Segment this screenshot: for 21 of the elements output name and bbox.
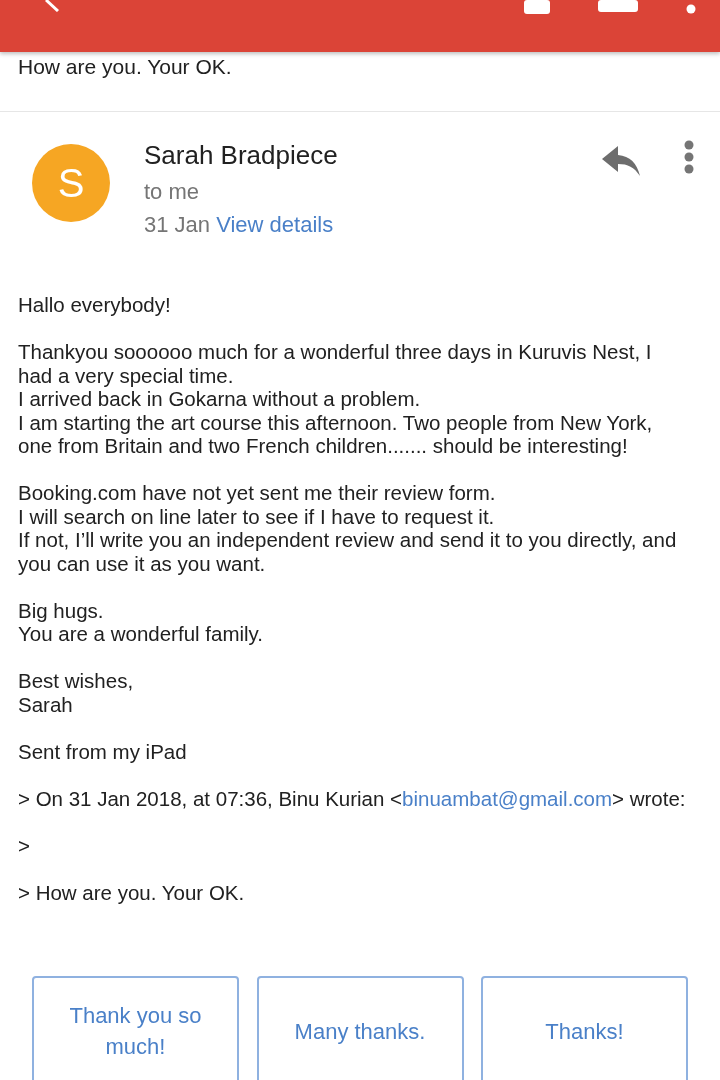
message-preview: How are you. Your OK. — [0, 52, 720, 112]
body-paragraph: Booking.com have not yet sent me their review form. I will search on line later to see if I have to request it. If not, I’ll write you an independent review and send it to you directly, and you can use it as you want. — [18, 481, 678, 575]
sender-name: Sarah Bradpiece — [144, 139, 339, 172]
quoted-line: > How are you. Your OK. — [18, 880, 246, 904]
quoted-line: > — [18, 833, 31, 857]
smart-reply-button[interactable]: Thank you so much! — [32, 976, 239, 1080]
recipient-text: to me — [144, 178, 201, 206]
smart-reply-button[interactable]: Thanks! — [481, 976, 688, 1080]
body-paragraph: Thankyou soooooo much for a wonderful three days in Kuruvis Nest, I had a very special time. I arrived back in Gokarna without a problem. I am starting the art course this afternoon. Two people from New York, one from Britain and two French children....... should be interesting! — [18, 340, 654, 458]
more-options-icon[interactable] — [684, 140, 694, 174]
body-paragraph: Best wishes, Sarah — [18, 669, 135, 716]
reply-icon[interactable] — [602, 146, 640, 176]
body-paragraph: Hallo everybody! — [18, 293, 172, 317]
smart-reply-button[interactable]: Many thanks. — [256, 976, 464, 1080]
quote-header: > On 31 Jan 2018, at 07:36, Binu Kurian <binuambat@gmail.com> wrote: — [18, 786, 687, 810]
body-paragraph: Sent from my iPad — [18, 739, 188, 763]
message-date: 31 Jan — [144, 212, 211, 237]
sender-avatar: S — [32, 144, 110, 222]
email-link[interactable]: binuambat@gmail.com — [402, 786, 613, 810]
view-details-link[interactable]: View details — [216, 212, 334, 237]
body-paragraph: Big hugs. You are a wonderful family. — [18, 598, 264, 646]
